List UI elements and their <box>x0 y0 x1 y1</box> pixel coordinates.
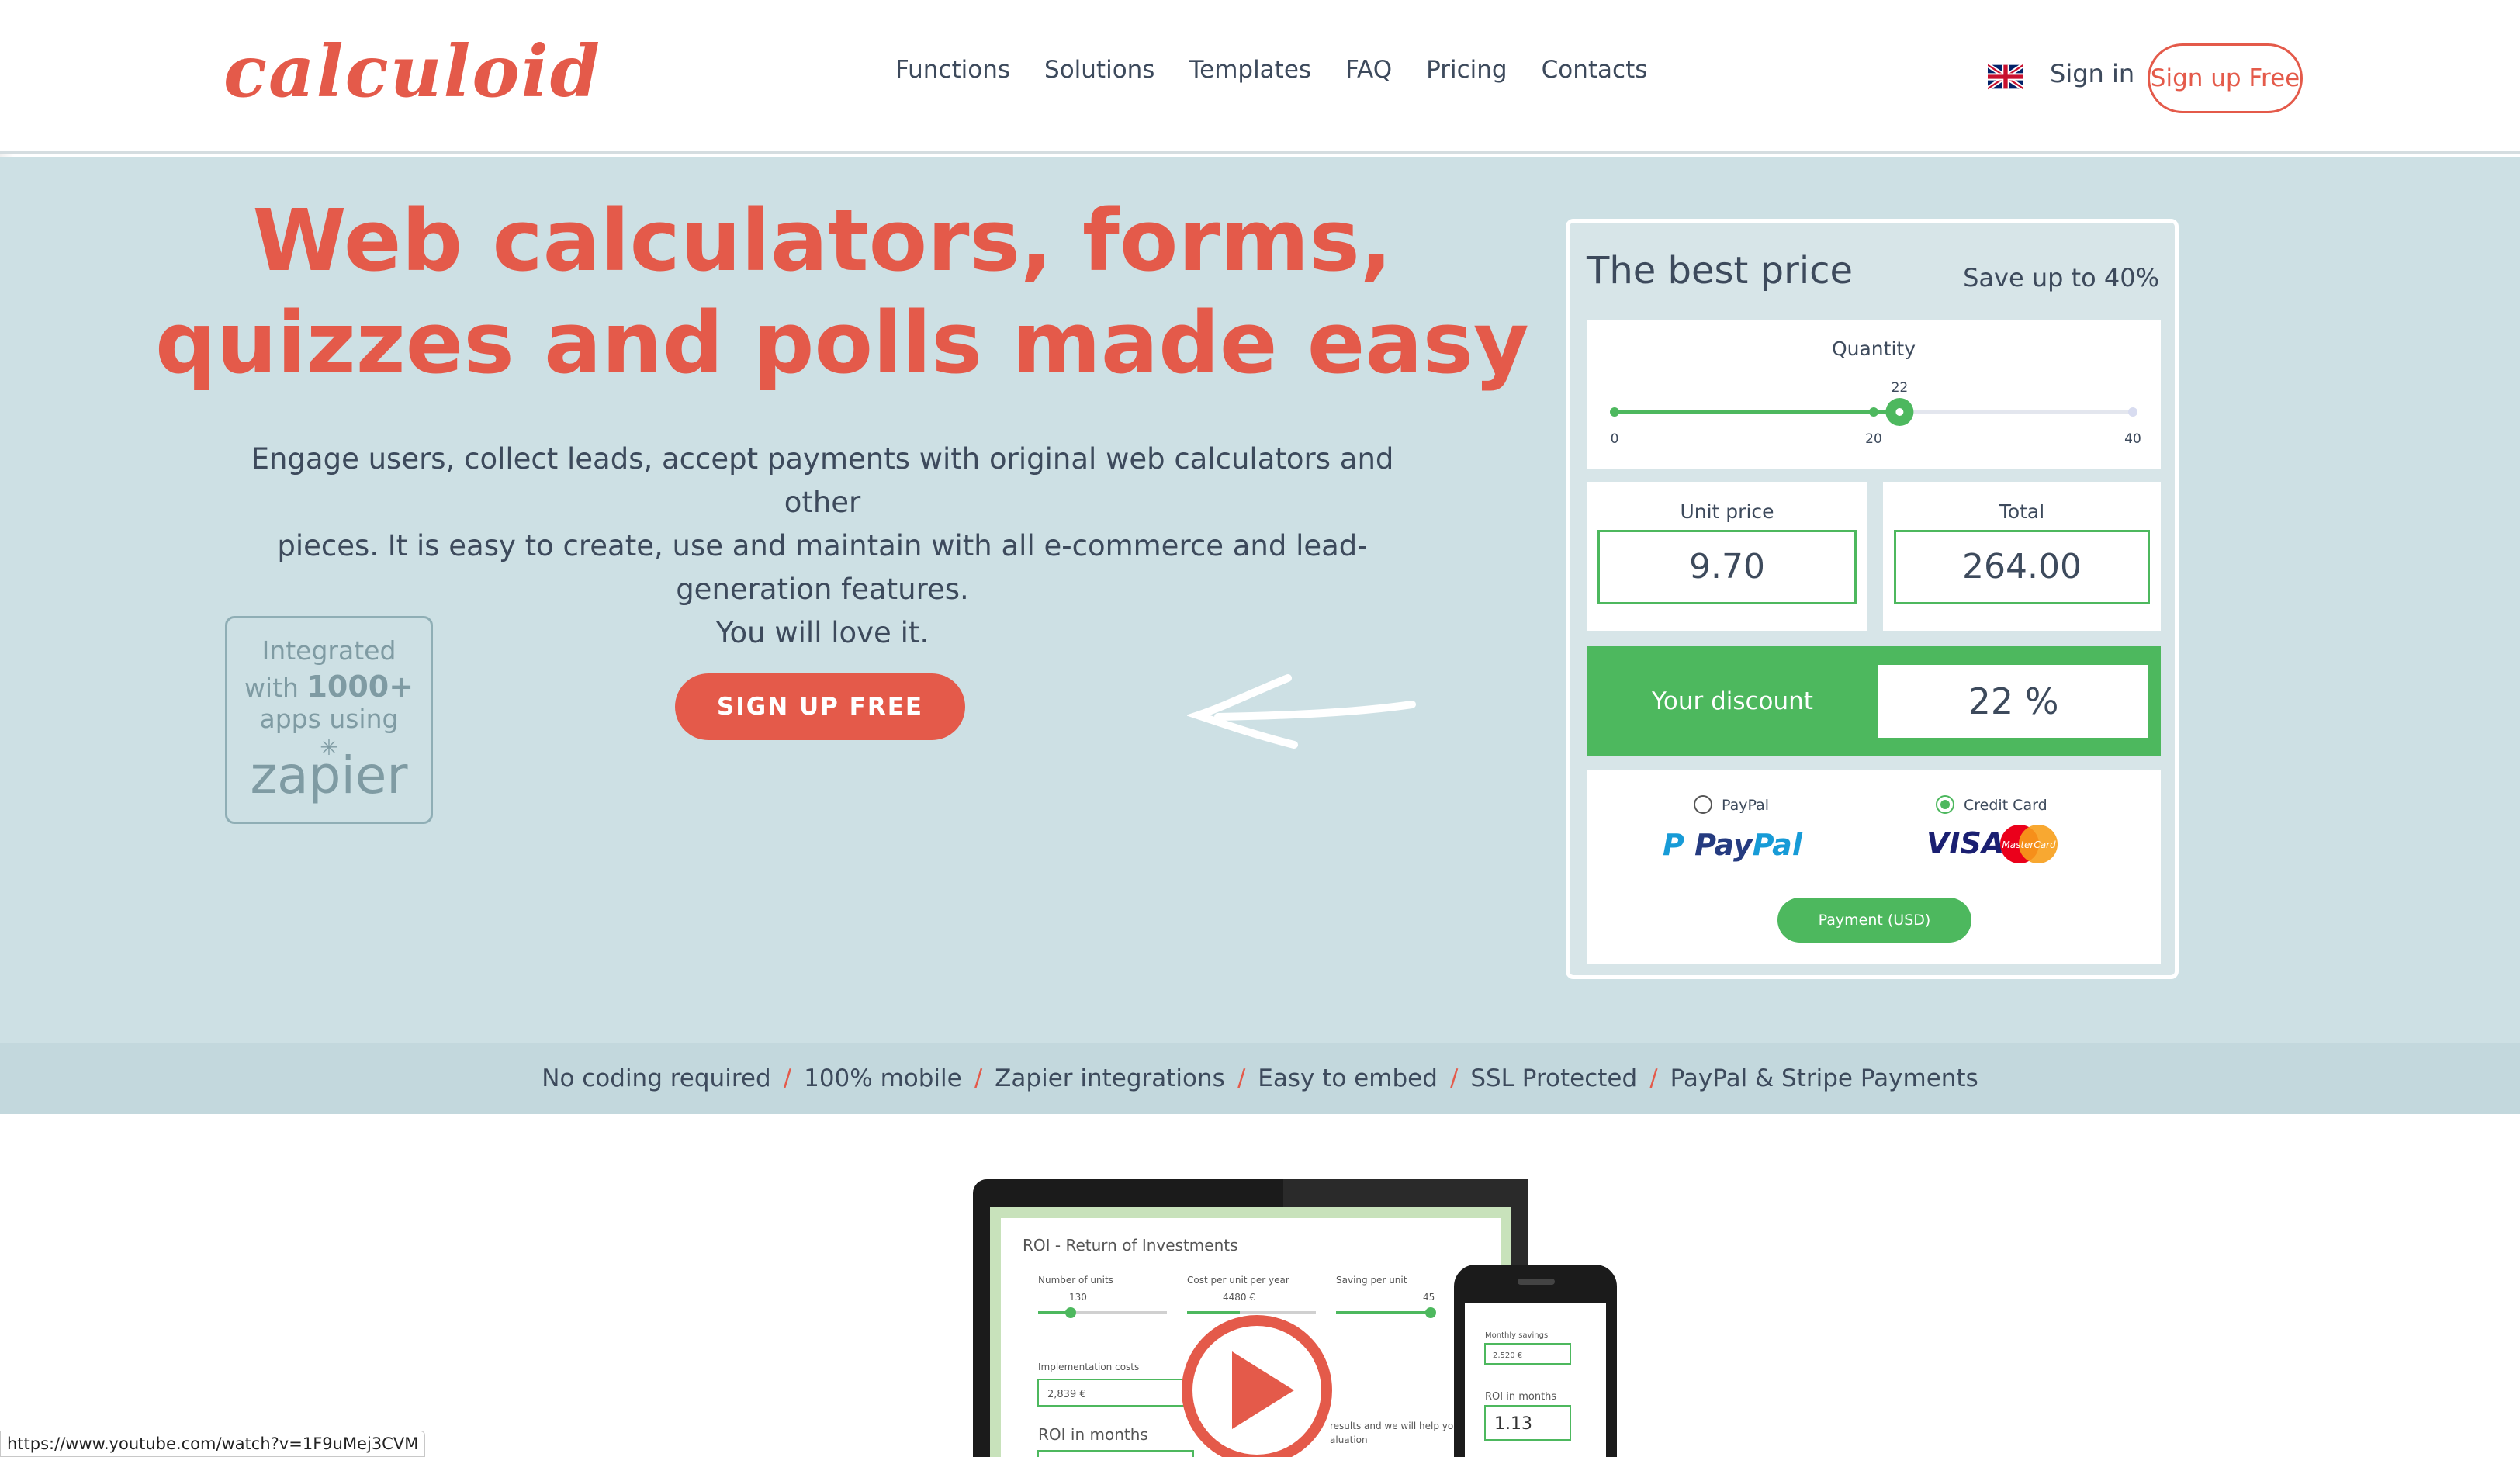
preview-title: ROI - Return of Investments <box>1023 1236 1238 1255</box>
status-bar-url: https://www.youtube.com/watch?v=1F9uMej3… <box>0 1431 426 1457</box>
hero-title-line-1: Web calculators, forms, <box>252 191 1393 290</box>
total-field: 264.00 <box>1894 530 2150 604</box>
preview-label-units: Number of units <box>1038 1275 1113 1286</box>
preview-value-saving: 45 <box>1423 1292 1435 1303</box>
main-nav: Functions Solutions Templates FAQ Pricin… <box>895 56 1681 84</box>
preview-note-2: aluation <box>1330 1435 1368 1445</box>
sign-in-link[interactable]: Sign in <box>2050 59 2134 88</box>
credit-card-radio-label: Credit Card <box>1964 797 2048 814</box>
phone-label-1: Monthly savings <box>1485 1331 1548 1340</box>
discount-label: Your discount <box>1652 687 1813 715</box>
slider-min-label: 0 <box>1611 431 1619 447</box>
feature-separator: / <box>974 1064 983 1092</box>
phone-speaker <box>1518 1279 1555 1285</box>
total-label: Total <box>1999 500 2045 523</box>
quantity-panel: Quantity 22 0 20 40 <box>1587 320 2161 469</box>
zapier-badge-line-1: Integrated <box>261 635 396 666</box>
discount-panel: Your discount 22 % <box>1587 646 2161 756</box>
feature-separator: / <box>1649 1064 1658 1092</box>
zapier-badge-line-2: with 1000+ <box>227 670 431 704</box>
nav-solutions[interactable]: Solutions <box>1044 56 1154 84</box>
preview-slider-1-handle <box>1065 1307 1076 1318</box>
features-list: No coding required / 100% mobile / Zapier in… <box>0 1043 2520 1114</box>
preview-label-cost: Cost per unit per year <box>1187 1275 1289 1286</box>
paypal-radio[interactable] <box>1694 795 1712 814</box>
preview-roi-label: ROI in months <box>1038 1425 1148 1444</box>
preview-note: results and we will help yo <box>1330 1421 1453 1431</box>
payment-panel: PayPal Credit Card P PayPal VISA MasterC… <box>1587 770 2161 964</box>
mastercard-logo: MasterCard <box>2000 825 2058 863</box>
sign-up-free-button[interactable]: Sign up Free <box>2148 43 2303 113</box>
calculator-save-note: Save up to 40% <box>1963 263 2159 292</box>
feature-mobile: 100% mobile <box>804 1064 962 1092</box>
slider-mid-label: 20 <box>1865 431 1882 447</box>
paypal-logo: P PayPal <box>1663 828 1802 862</box>
paypal-logo-pay: Pay <box>1694 828 1753 862</box>
zapier-badge-count: 1000+ <box>306 670 414 704</box>
feature-ssl: SSL Protected <box>1470 1064 1638 1092</box>
feature-no-coding: No coding required <box>542 1064 771 1092</box>
hero-subtitle-line-3: generation features. <box>676 573 969 606</box>
quantity-slider[interactable]: 22 0 20 40 <box>1587 367 2161 452</box>
feature-separator: / <box>783 1064 792 1092</box>
zapier-integration-badge[interactable]: Integrated with 1000+ apps using ✳ zapie… <box>225 616 433 824</box>
discount-field: 22 % <box>1878 665 2148 738</box>
preview-impl-value: 2,839 € <box>1047 1389 1086 1400</box>
nav-functions[interactable]: Functions <box>895 56 1010 84</box>
zapier-badge-line-3: apps using <box>259 704 399 734</box>
hero-subtitle-line-1: Engage users, collect leads, accept paym… <box>251 442 1394 519</box>
zapier-badge-prefix: with <box>244 673 307 703</box>
calculoid-logo[interactable]: calculoid <box>223 29 601 113</box>
feature-payments: PayPal & Stripe Payments <box>1670 1064 1978 1092</box>
nav-templates[interactable]: Templates <box>1189 56 1311 84</box>
preview-slider-3-handle <box>1425 1307 1436 1318</box>
phone-value-2: 1.13 <box>1494 1414 1532 1434</box>
hero-title: Web calculators, forms, quizzes and poll… <box>155 189 1529 394</box>
nav-contacts[interactable]: Contacts <box>1542 56 1648 84</box>
calculator-title: The best price <box>1587 249 1854 292</box>
visa-logo: VISA <box>1926 826 2005 860</box>
unit-price-label: Unit price <box>1680 500 1774 523</box>
mastercard-logo-text: MasterCard <box>2002 839 2056 850</box>
feature-embed: Easy to embed <box>1258 1064 1438 1092</box>
video-preview[interactable]: ROI - Return of Investments Number of un… <box>973 1179 1617 1457</box>
feature-separator: / <box>1449 1064 1459 1092</box>
unit-price-panel: Unit price 9.70 <box>1587 482 1868 631</box>
slider-mid-tick <box>1869 407 1878 417</box>
preview-value-units: 130 <box>1069 1292 1087 1303</box>
hero-title-line-2: quizzes and polls made easy <box>155 293 1529 393</box>
preview-roi-field <box>1037 1450 1194 1457</box>
site-header: calculoid Functions Solutions Templates … <box>0 0 2520 154</box>
payment-button[interactable]: Payment (USD) <box>1778 898 1971 943</box>
uk-flag-icon[interactable] <box>1988 64 2023 90</box>
phone-value-1: 2,520 € <box>1493 1351 1522 1360</box>
features-strip: No coding required / 100% mobile / Zapier in… <box>0 1043 2520 1114</box>
preview-impl-label: Implementation costs <box>1038 1362 1139 1372</box>
slider-max-label: 40 <box>2124 431 2141 447</box>
paypal-radio-label: PayPal <box>1722 797 1770 814</box>
slider-min-tick <box>1610 407 1619 417</box>
feature-separator: / <box>1237 1064 1246 1092</box>
pricing-calculator: The best price Save up to 40% Quantity 2… <box>1566 219 2179 979</box>
slider-handle-core <box>1895 408 1904 416</box>
nav-pricing[interactable]: Pricing <box>1426 56 1508 84</box>
unit-price-field: 9.70 <box>1598 530 1857 604</box>
zapier-logo: zapier <box>250 746 408 805</box>
left-arrow-icon <box>1187 674 1416 749</box>
nav-faq[interactable]: FAQ <box>1345 56 1392 84</box>
quantity-label: Quantity <box>1831 337 1916 360</box>
slider-max-tick <box>2128 407 2138 417</box>
preview-value-cost: 4480 € <box>1223 1292 1255 1303</box>
slider-value-label: 22 <box>1892 380 1909 396</box>
feature-zapier: Zapier integrations <box>995 1064 1225 1092</box>
hero-sign-up-button[interactable]: SIGN UP FREE <box>675 673 965 740</box>
hero-subtitle-line-2: pieces. It is easy to create, use and ma… <box>277 529 1368 562</box>
credit-card-radio[interactable] <box>1936 795 1954 814</box>
phone-label-2: ROI in months <box>1485 1391 1556 1403</box>
paypal-logo-pal: Pal <box>1752 828 1802 862</box>
preview-label-saving: Saving per unit <box>1336 1275 1407 1286</box>
total-panel: Total 264.00 <box>1883 482 2161 631</box>
